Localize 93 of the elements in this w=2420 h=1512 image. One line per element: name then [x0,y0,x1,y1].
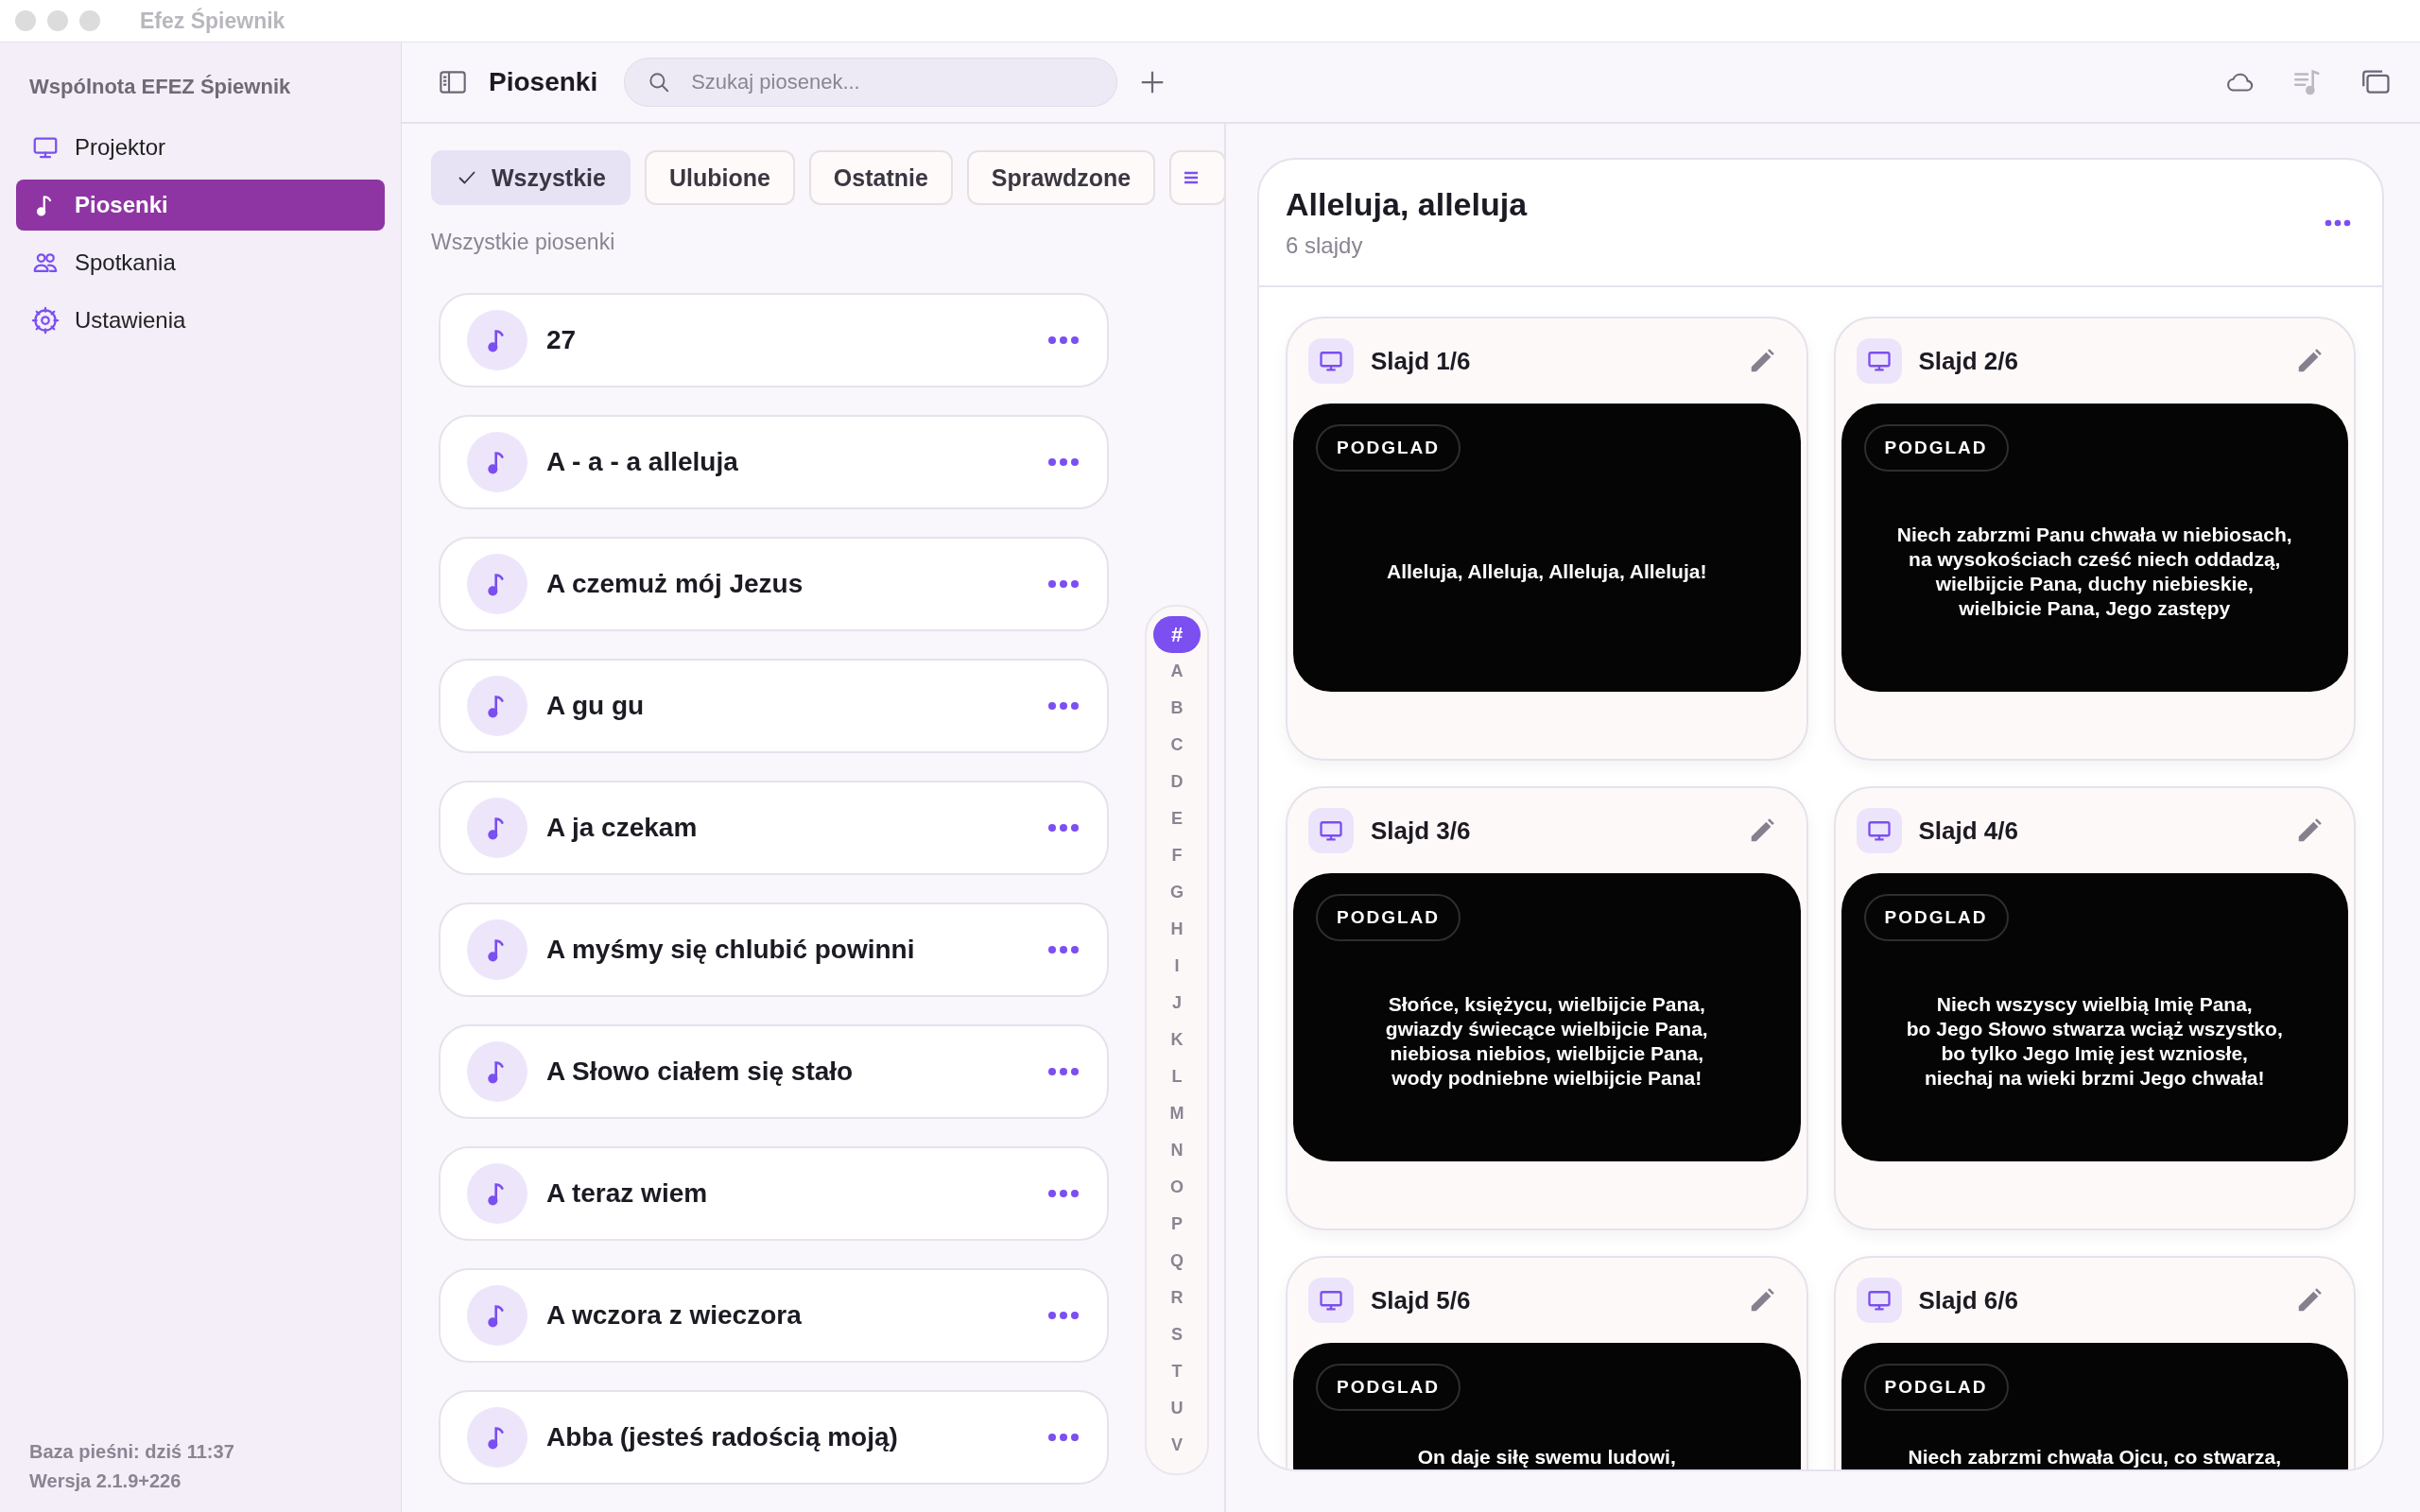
list-caption: Wszystkie piosenki [431,230,616,255]
more-icon[interactable] [1046,335,1080,346]
more-icon[interactable] [1046,944,1080,955]
preview-badge: PODGLAD [1863,424,2009,472]
slide-label: Slajd 5/6 [1371,1285,1472,1315]
index-letter[interactable]: E [1153,800,1201,837]
more-icon[interactable] [1046,1188,1080,1199]
monitor-icon [1308,808,1354,853]
more-icon[interactable] [1046,700,1080,712]
slide-text: Alleluja, Alleluja, Alleluja, Alleluja! [1387,558,1707,584]
more-icon[interactable] [1046,1310,1080,1321]
monitor-icon [1856,338,1902,384]
slide-label: Slajd 6/6 [1918,1285,2019,1315]
song-row[interactable]: A - a - a alleluja [439,415,1109,509]
monitor-icon [1856,1278,1902,1323]
song-row[interactable]: A Słowo ciałem się stało [439,1024,1109,1119]
preview-badge: PODGLAD [1316,894,1461,941]
slide-count: 6 slajdy [1286,232,1364,259]
index-letter[interactable]: Q [1153,1243,1201,1280]
preview-badge: PODGLAD [1863,894,2009,941]
index-letter[interactable]: N [1153,1132,1201,1169]
search-field[interactable]: Szukaj piosenek... [624,58,1118,107]
slide-card[interactable]: Slajd 4/6 PODGLAD Niech wszyscy wielbią Imię Pana, bo Jego Słowo stwarza wciąż wszystko, bo tylko Jego Imię jest wzniosłe, niechaj na wieki brzmi Jego chwała! [1833,786,2356,1230]
page-title: Piosenki [489,67,598,97]
more-icon[interactable] [1046,1432,1080,1443]
slide-text: Słońce, księżycu, wielbijcie Pana, gwiazdy świecące wielbijcie Pana, niebiosa niebios, wielbijcie Pana, wody podniebne wielbijcie Pana! [1385,991,1708,1091]
monitor-icon [1856,808,1902,853]
more-icon[interactable] [2324,217,2352,228]
sidebar-item[interactable]: Spotkania [16,237,385,288]
slide-text: Niech zabrzmi chwała Ojcu, co stwarza, [1908,1445,2281,1469]
index-letter[interactable]: R [1153,1280,1201,1316]
index-letter[interactable]: I [1153,948,1201,985]
index-letter[interactable]: U [1153,1390,1201,1427]
filter-chip[interactable]: Ulubione [644,150,795,205]
sidebar-item[interactable]: Projektor [16,122,385,173]
song-row[interactable]: A ja czekam [439,781,1109,875]
song-row[interactable]: A wczora z wieczora [439,1268,1109,1363]
song-row[interactable]: A gu gu [439,659,1109,753]
preview-badge: PODGLAD [1863,1364,2009,1411]
index-letter[interactable]: # [1153,616,1201,653]
slide-text: Niech wszyscy wielbią Imię Pana, bo Jego Słowo stwarza wciąż wszystko, bo tylko Jego Imię jest wzniosłe, niechaj na wieki brzmi Jego chwała! [1906,991,2283,1091]
slide-label: Slajd 3/6 [1371,816,1472,846]
index-letter[interactable]: B [1153,690,1201,727]
index-letter[interactable]: A [1153,653,1201,690]
more-icon[interactable] [1046,456,1080,468]
song-row[interactable]: 27 [439,293,1109,387]
song-row[interactable]: Abba (jesteś radością moją) [439,1390,1109,1485]
index-letter[interactable]: H [1153,911,1201,948]
preview-badge: PODGLAD [1316,424,1461,472]
index-letter[interactable]: D [1153,764,1201,800]
index-letter[interactable]: K [1153,1022,1201,1058]
more-filters-button[interactable] [1169,150,1224,205]
index-letter[interactable]: C [1153,727,1201,764]
filter-chip[interactable]: Ostatnie [808,150,953,205]
slide-text: Niech zabrzmi Panu chwała w niebiosach, na wysokościach cześć niech oddadzą, wielbijcie Pana, duchy niebieskie, wielbicie Pana, Jego zastępy [1896,522,2292,621]
settings-icon [31,306,60,335]
more-icon[interactable] [1046,578,1080,590]
monitor-icon [1308,1278,1354,1323]
slide-card[interactable]: Slajd 5/6 PODGLAD On daje siłę swemu ludowi, [1286,1256,1808,1469]
monitor-icon [1308,338,1354,384]
index-letter[interactable]: F [1153,837,1201,874]
slide-card[interactable]: Slajd 3/6 PODGLAD Słońce, księżycu, wielbijcie Pana, gwiazdy świecące wielbijcie Pana, niebiosa niebios, wielbijcie Pana, wody podniebne wielbijcie Pana! [1286,786,1808,1230]
filter-chip[interactable]: Sprawdzone [966,150,1156,205]
song-row[interactable]: A teraz wiem [439,1146,1109,1241]
sidebar-title: Wspólnota EFEZ Śpiewnik [28,74,292,100]
index-letter[interactable]: T [1153,1353,1201,1390]
slide-card[interactable]: Slajd 6/6 PODGLAD Niech zabrzmi chwała Ojcu, co stwarza, [1833,1256,2356,1469]
sidebar-item[interactable]: Ustawienia [16,295,385,346]
index-letter[interactable]: M [1153,1095,1201,1132]
index-letter[interactable]: G [1153,874,1201,911]
footer-text: Baza pieśni: dziś 11:37 [29,1441,235,1463]
slide-card[interactable]: Slajd 1/6 PODGLAD Alleluja, Alleluja, Alleluja, Alleluja! [1286,317,1808,761]
index-letter[interactable]: J [1153,985,1201,1022]
preview-badge: PODGLAD [1316,1364,1461,1411]
slide-label: Slajd 2/6 [1918,346,2019,376]
slide-label: Slajd 4/6 [1918,816,2019,846]
slide-label: Slajd 1/6 [1371,346,1472,376]
more-icon[interactable] [1046,1066,1080,1077]
filter-chip[interactable]: Wszystkie [431,150,631,205]
slide-card[interactable]: Slajd 2/6 PODGLAD Niech zabrzmi Panu chwała w niebiosach, na wysokościach cześć niech oddadzą, wielbijcie Pana, duchy niebieskie, wielbicie Pana, Jego zastępy [1833,317,2356,761]
song-title: Alleluja, alleluja [1286,186,1529,223]
window-title: Efez Śpiewnik [140,8,285,34]
song-row[interactable]: A czemuż mój Jezus [439,537,1109,631]
footer-text: Wersja 2.1.9+226 [29,1470,182,1492]
index-letter[interactable]: L [1153,1058,1201,1095]
sidebar-item[interactable]: Piosenki [16,180,385,231]
more-icon[interactable] [1046,822,1080,833]
song-row[interactable]: A myśmy się chlubić powinni [439,902,1109,997]
index-letter[interactable]: S [1153,1316,1201,1353]
index-letter[interactable]: V [1153,1427,1201,1464]
index-letter[interactable]: O [1153,1169,1201,1206]
slide-text: On daje siłę swemu ludowi, [1417,1445,1676,1469]
index-letter[interactable]: P [1153,1206,1201,1243]
